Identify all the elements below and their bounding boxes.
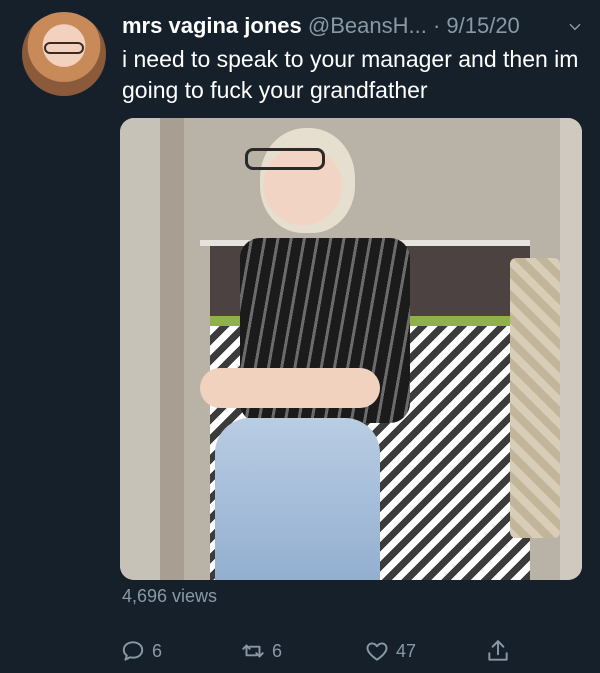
media-wall-right: [560, 118, 582, 580]
reply-count: 6: [152, 640, 163, 661]
retweet-icon: [242, 644, 264, 658]
media-person-glasses: [245, 148, 325, 170]
share-button[interactable]: [485, 636, 511, 666]
chevron-down-icon[interactable]: [568, 20, 582, 34]
like-button[interactable]: 47: [364, 636, 416, 666]
tweet-actions: 6 6 47: [120, 636, 540, 666]
tweet-card: mrs vagina jones @BeansH... · 9/15/20 i …: [0, 0, 600, 673]
like-count: 47: [396, 640, 417, 661]
media-person-head: [260, 128, 355, 233]
tweet-text: i need to speak to your manager and then…: [122, 46, 579, 103]
author-name[interactable]: mrs vagina jones: [122, 13, 302, 38]
media-towel: [510, 258, 560, 538]
media-door-frame: [160, 118, 184, 580]
media-person-arm: [200, 368, 380, 408]
media-person-jeans: [215, 418, 380, 580]
like-icon: [366, 642, 388, 661]
reply-button[interactable]: 6: [120, 636, 162, 666]
retweet-count: 6: [272, 640, 283, 661]
avatar-glasses-icon: [44, 42, 84, 54]
reply-icon: [122, 641, 144, 661]
author-handle[interactable]: @BeansH...: [308, 13, 427, 38]
tweet-media[interactable]: [120, 118, 582, 580]
share-icon: [488, 640, 508, 661]
view-count: 4,696 views: [122, 586, 218, 606]
tweet-date[interactable]: 9/15/20: [446, 13, 519, 38]
retweet-button[interactable]: 6: [240, 636, 282, 666]
tweet-header: mrs vagina jones @BeansH... · 9/15/20: [122, 12, 590, 40]
separator-dot: ·: [432, 13, 447, 38]
avatar[interactable]: [22, 12, 106, 96]
